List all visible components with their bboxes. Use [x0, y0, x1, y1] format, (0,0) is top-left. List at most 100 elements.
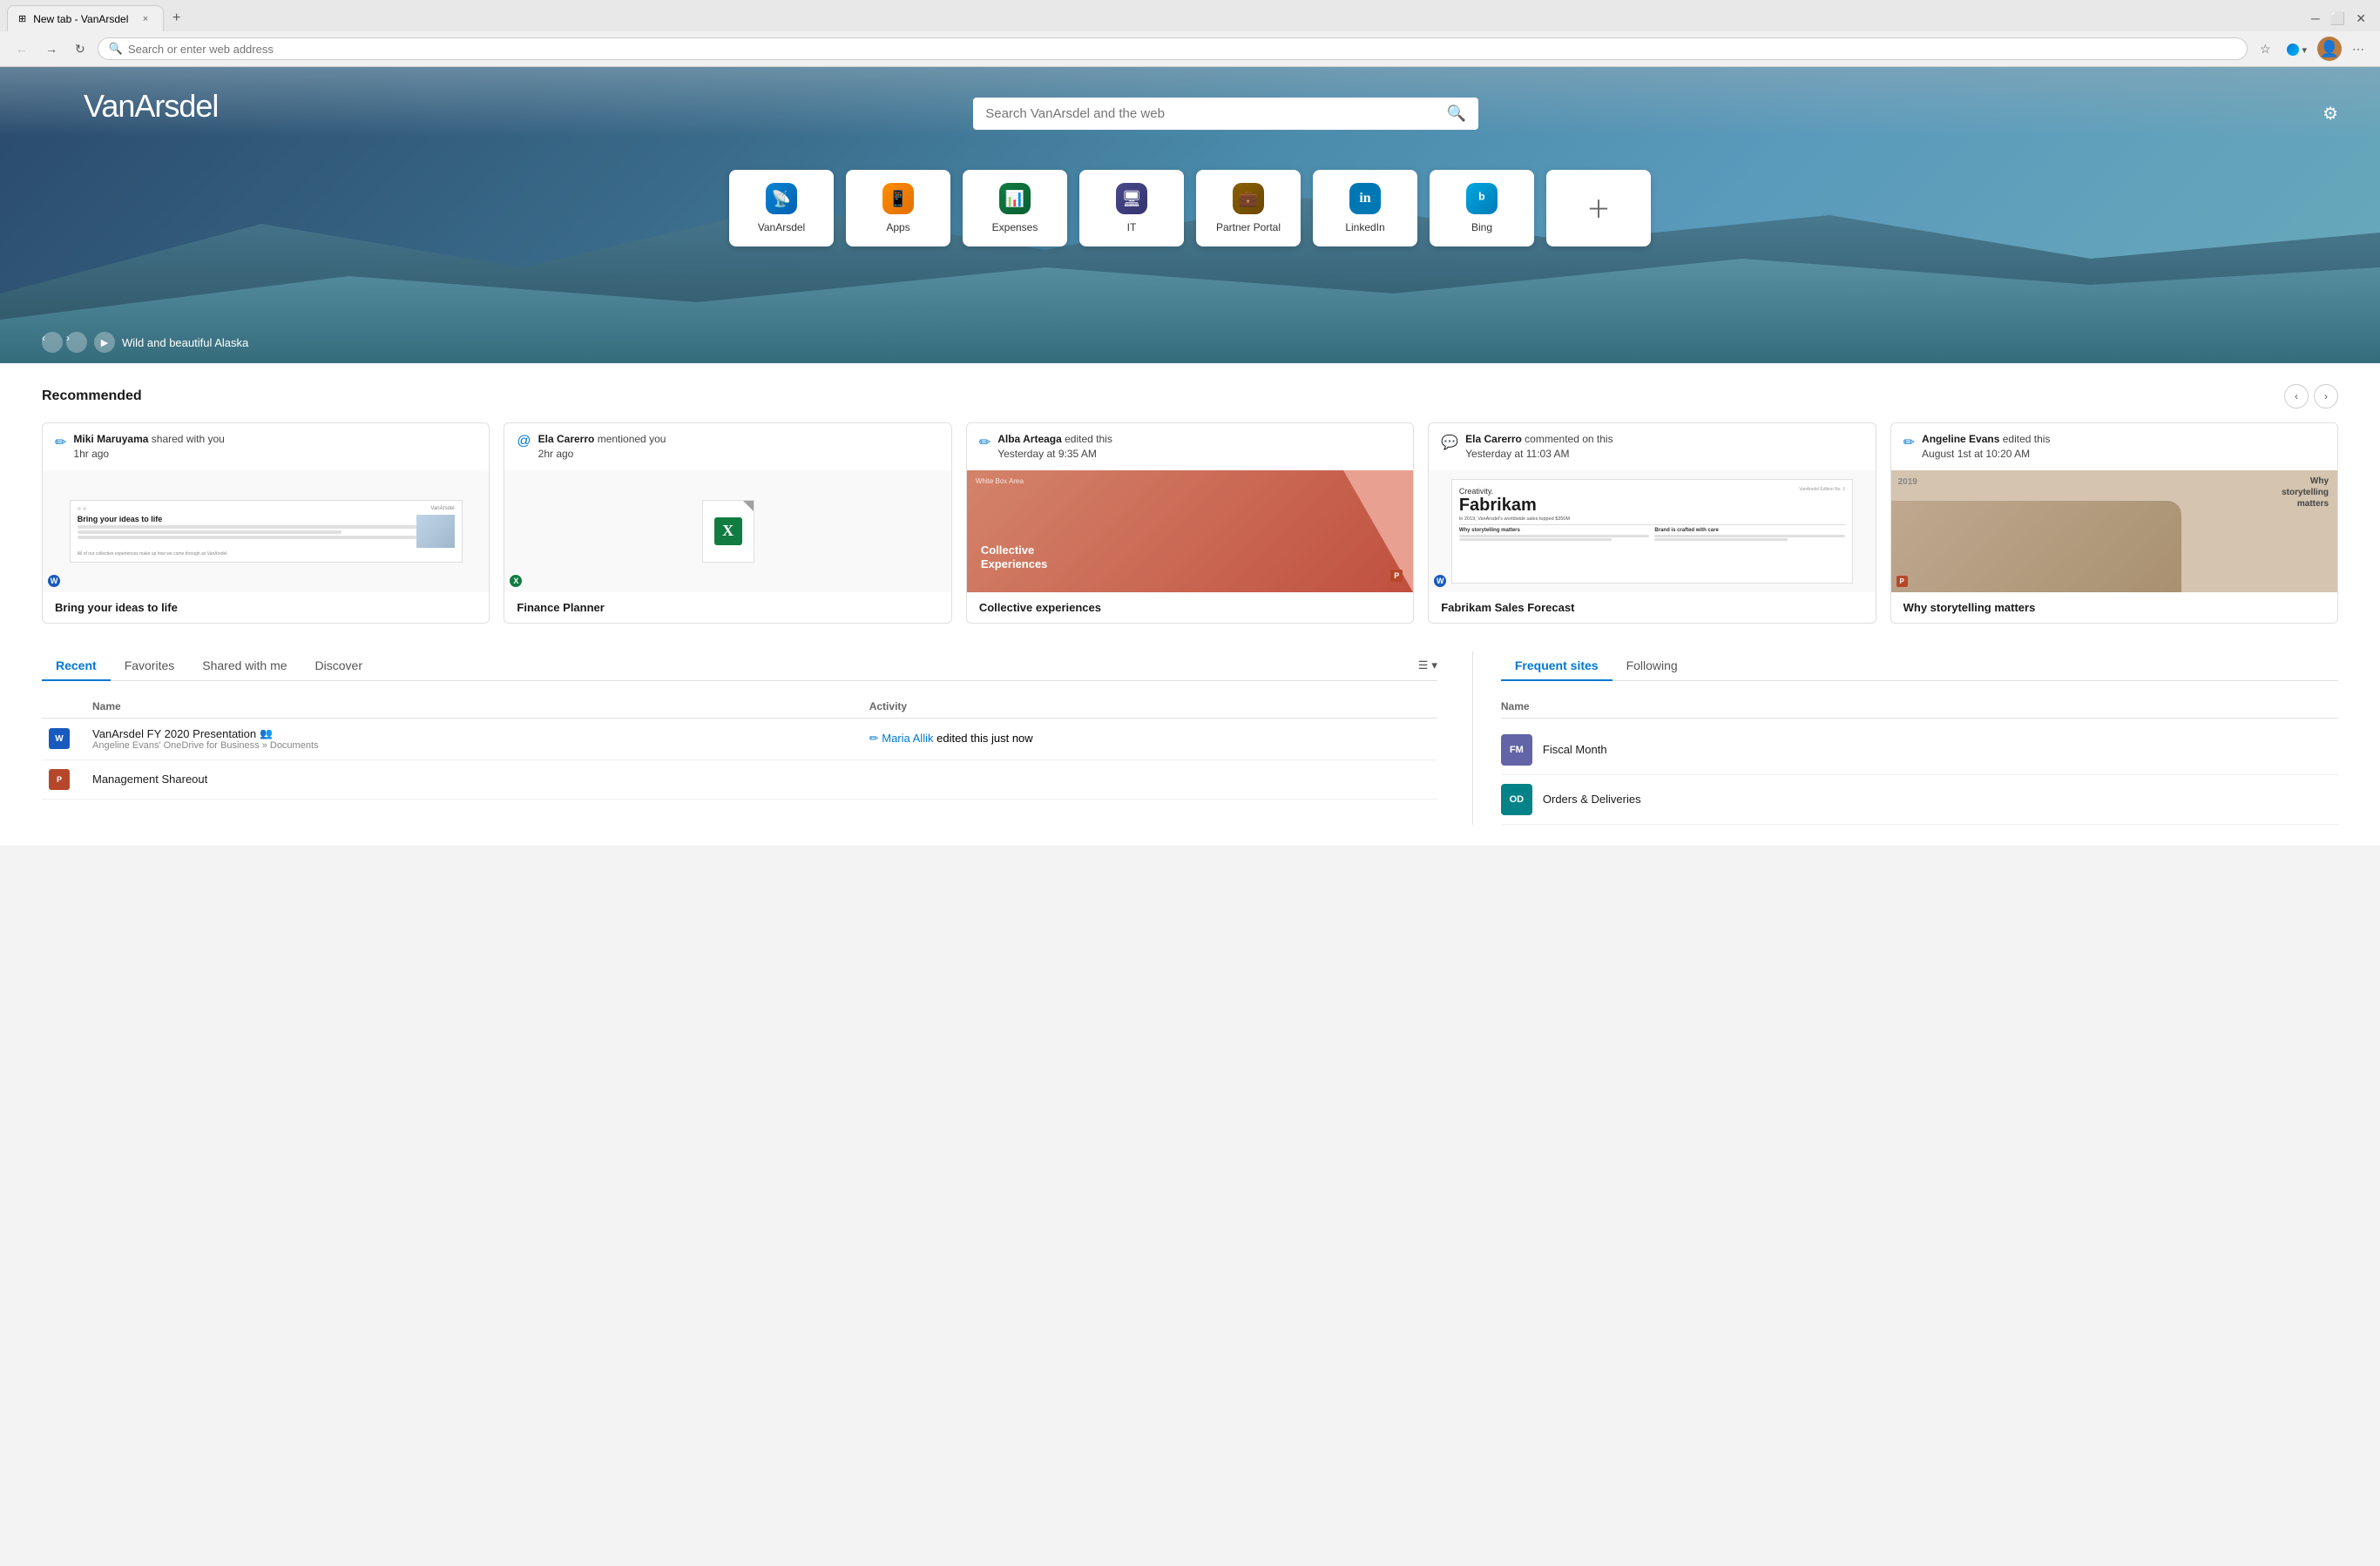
rec-card-storytelling[interactable]: ✏ Angeline Evans edited this August 1st …: [1890, 422, 2338, 624]
hero-nav-buttons: ‹ ›: [42, 332, 87, 353]
fab-article-1: Why storytelling matters: [1459, 528, 1650, 542]
fab-article-2-head: Brand is crafted with care: [1654, 528, 1845, 533]
address-bar[interactable]: 🔍: [98, 37, 2248, 60]
add-shortcut-icon: ＋: [1586, 191, 1611, 226]
tab-following[interactable]: Following: [1613, 651, 1692, 681]
rec-card-header-5: ✏ Angeline Evans edited this August 1st …: [1891, 423, 2337, 470]
shortcut-add[interactable]: ＋: [1546, 170, 1651, 246]
recommended-next-arrow[interactable]: ›: [2314, 384, 2338, 408]
profile-avatar[interactable]: 👤: [2317, 37, 2342, 61]
favorites-button[interactable]: ☆: [2255, 38, 2276, 60]
shortcut-it[interactable]: 🖥 IT: [1079, 170, 1184, 246]
tab-shared-with-me[interactable]: Shared with me: [188, 651, 301, 681]
hero-play-button[interactable]: ▶: [94, 332, 115, 353]
pencil-icon-1: ✏: [55, 434, 66, 451]
fab-article-2: Brand is crafted with care: [1654, 528, 1845, 542]
rec-card-meta-5: Angeline Evans edited this August 1st at…: [1922, 432, 2050, 462]
chat-icon-4: 💬: [1441, 434, 1458, 451]
fab-header-row: Creativity. VanArsdel Edition No. 1: [1459, 487, 1845, 496]
shortcut-linkedin-label: LinkedIn: [1345, 221, 1384, 233]
shortcut-linkedin[interactable]: in LinkedIn: [1313, 170, 1417, 246]
hero-search-icon: 🔍: [1447, 105, 1466, 123]
excel-file-icon: X: [702, 500, 754, 563]
file-row-vanarsdel-fy2020[interactable]: W VanArsdel FY 2020 Presentation 👥 Angel…: [42, 718, 1437, 759]
rec-card-meta-3: Alba Arteaga edited this Yesterday at 9:…: [997, 432, 1112, 462]
browser-chrome: ⊞ New tab - VanArsdel × + ─ ⬜ ✕ ← → ↻ 🔍 …: [0, 0, 2380, 67]
word-badge-4: W: [1434, 575, 1446, 587]
tab-favorites[interactable]: Favorites: [111, 651, 189, 681]
settings-gear-button[interactable]: ⚙: [2323, 103, 2338, 125]
tab-favicon: ⊞: [18, 13, 26, 24]
recommended-prev-arrow[interactable]: ‹: [2284, 384, 2309, 408]
hero-footer: ‹ › ▶ Wild and beautiful Alaska: [42, 332, 248, 353]
back-button[interactable]: ←: [10, 38, 33, 59]
hero-section: VanArsdel 🔍 ⚙ 📡 VanArsdel 📱 Apps: [0, 67, 2380, 363]
word-line-2: [78, 530, 341, 534]
new-tab-button[interactable]: +: [167, 10, 186, 26]
word-doc-controls: [78, 507, 86, 510]
orders-deliveries-name: Orders & Deliveries: [1543, 793, 1641, 806]
files-table-header-row: Name Activity: [42, 695, 1437, 719]
word-line-1: [78, 525, 417, 529]
hero-search-input[interactable]: [985, 106, 1440, 121]
file-icon-cell-2: P: [42, 759, 85, 799]
rec-user-2: Ela Carerro: [538, 433, 595, 445]
tabs-section: Recent Favorites Shared with me Discover…: [42, 651, 2338, 825]
word-preview-header: VanArsdel: [78, 506, 455, 511]
tab-title: New tab - VanArsdel: [33, 13, 128, 25]
tab-frequent-sites[interactable]: Frequent sites: [1501, 651, 1613, 681]
frequent-sites-tab-nav: Frequent sites Following: [1501, 651, 2338, 681]
close-window-button[interactable]: ✕: [2356, 11, 2366, 26]
shortcut-partner-portal[interactable]: 💼 Partner Portal: [1196, 170, 1301, 246]
tab-recent[interactable]: Recent: [42, 651, 111, 681]
edge-icon-button[interactable]: ▾: [2282, 38, 2312, 59]
recommended-nav-arrows: ‹ ›: [2284, 384, 2338, 408]
rec-card-collective[interactable]: ✏ Alba Arteaga edited this Yesterday at …: [966, 422, 1414, 624]
excel-preview: X: [702, 500, 754, 563]
rec-card-preview-5: 2019 Why storytelling matters P: [1891, 470, 2337, 592]
tab-discover[interactable]: Discover: [301, 651, 376, 681]
rec-card-bring-ideas[interactable]: ✏ Miki Maruyama shared with you 1hr ago …: [42, 422, 490, 624]
rec-card-preview-1: VanArsdel Bring your ideas to life All o…: [43, 470, 489, 592]
freq-site-fiscal-month[interactable]: FM Fiscal Month: [1501, 726, 2338, 775]
filter-button[interactable]: ☰ ▾: [1418, 658, 1437, 672]
rec-card-fabrikam[interactable]: 💬 Ela Carerro commented on this Yesterda…: [1428, 422, 1876, 624]
rec-card-title-2: Finance Planner: [504, 592, 950, 623]
address-input[interactable]: [128, 43, 2236, 56]
orders-deliveries-icon: OD: [1501, 784, 1532, 815]
col-name-header: Name: [85, 695, 862, 719]
recommended-cards-row: ✏ Miki Maruyama shared with you 1hr ago …: [42, 422, 2338, 624]
file-name-wrapper-1: VanArsdel FY 2020 Presentation 👥: [92, 727, 855, 740]
settings-more-button[interactable]: ⋯: [2347, 38, 2370, 60]
shortcut-apps[interactable]: 📱 Apps: [846, 170, 950, 246]
address-search-icon: 🔍: [109, 42, 123, 56]
hero-search-bar[interactable]: 🔍: [973, 98, 1478, 130]
rec-card-header-1: ✏ Miki Maruyama shared with you 1hr ago: [43, 423, 489, 470]
rec-card-header-2: @ Ela Carerro mentioned you 2hr ago: [504, 423, 950, 470]
refresh-button[interactable]: ↻: [70, 38, 91, 60]
shortcut-bing[interactable]: ᵇ Bing: [1430, 170, 1534, 246]
fab-article-1-head: Why storytelling matters: [1459, 528, 1650, 533]
tab-bar: ⊞ New tab - VanArsdel × + ─ ⬜ ✕: [0, 0, 2380, 31]
freq-site-orders-deliveries[interactable]: OD Orders & Deliveries: [1501, 775, 2338, 825]
forward-button[interactable]: →: [40, 38, 63, 59]
hero-logo: VanArsdel: [84, 88, 218, 125]
active-tab[interactable]: ⊞ New tab - VanArsdel ×: [7, 5, 164, 31]
rec-user-3: Alba Arteaga: [997, 433, 1062, 445]
rec-card-meta-1: Miki Maruyama shared with you 1hr ago: [73, 432, 224, 462]
shortcut-vanarsdel[interactable]: 📡 VanArsdel: [729, 170, 834, 246]
rec-card-preview-3: White Box Area CollectiveExperiences P: [967, 470, 1413, 592]
hero-prev-button[interactable]: ‹: [42, 332, 63, 353]
file-row-management-shareout[interactable]: P Management Shareout: [42, 759, 1437, 799]
tab-close-button[interactable]: ×: [139, 12, 152, 26]
shortcut-expenses[interactable]: 📊 Expenses: [963, 170, 1067, 246]
rec-card-finance-planner[interactable]: @ Ela Carerro mentioned you 2hr ago X X …: [504, 422, 951, 624]
shortcut-expenses-label: Expenses: [992, 221, 1038, 233]
hero-next-button[interactable]: ›: [66, 332, 87, 353]
fab-creativity-text: Creativity.: [1459, 487, 1493, 496]
fab-a1-line-1: [1459, 535, 1650, 537]
fab-edition-text: VanArsdel Edition No. 1: [1799, 487, 1845, 496]
minimize-button[interactable]: ─: [2311, 11, 2320, 26]
story-year-text: 2019: [1898, 477, 1917, 487]
maximize-button[interactable]: ⬜: [2330, 11, 2345, 26]
